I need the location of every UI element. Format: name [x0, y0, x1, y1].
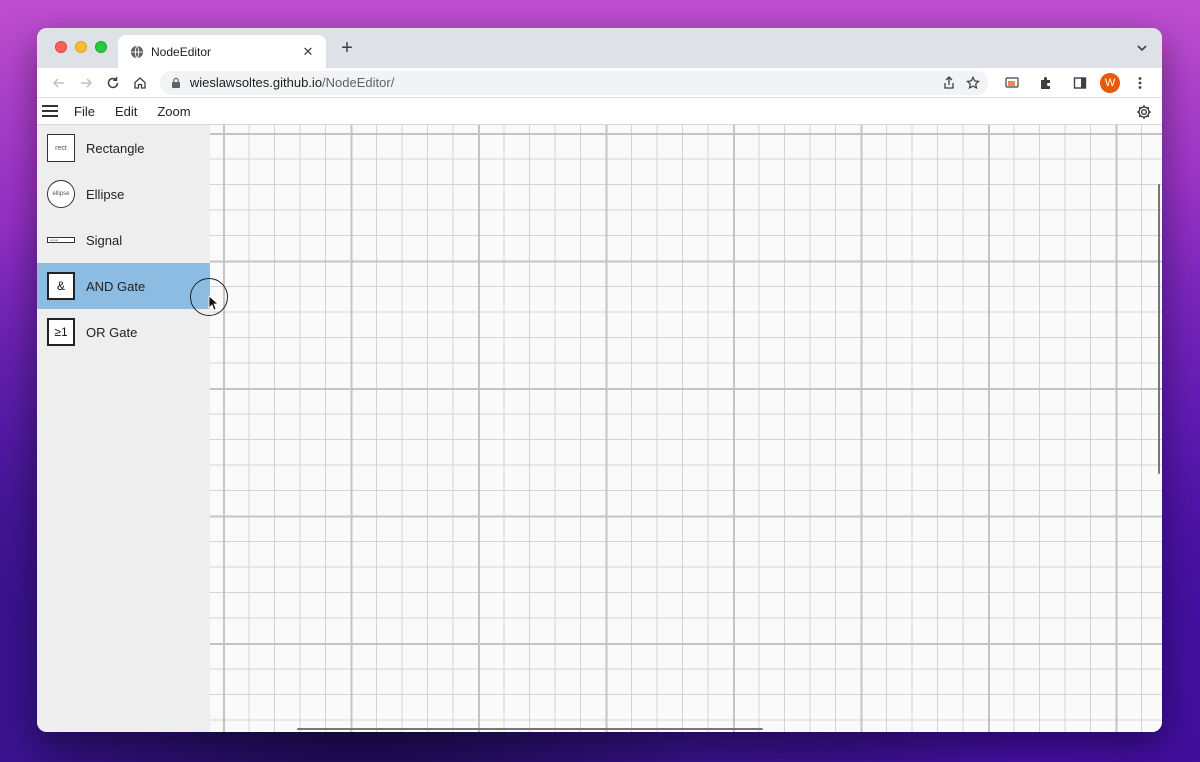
share-icon[interactable] — [942, 75, 956, 90]
cast-button[interactable] — [998, 70, 1026, 96]
tab-strip: NodeEditor ✕ + — [37, 28, 1162, 68]
chevron-down-icon[interactable] — [1134, 40, 1150, 56]
forward-button[interactable] — [72, 70, 99, 96]
window-controls — [55, 41, 107, 53]
tool-label: Rectangle — [86, 140, 145, 156]
profile-avatar[interactable]: W — [1100, 72, 1121, 93]
close-tab-icon[interactable]: ✕ — [300, 44, 316, 60]
cast-icon — [1005, 76, 1019, 88]
app-menubar: File Edit Zoom — [37, 98, 1162, 125]
editor-main: rect Rectangle ellipse Ellipse signal Si… — [37, 125, 1162, 732]
kebab-menu-icon — [1138, 76, 1142, 89]
menu-edit[interactable]: Edit — [115, 104, 137, 119]
lock-icon — [171, 77, 180, 88]
menu-file[interactable]: File — [74, 104, 95, 119]
vertical-scrollbar[interactable] — [1158, 184, 1160, 474]
grid-canvas[interactable] — [210, 125, 1162, 732]
tool-label: AND Gate — [86, 278, 146, 294]
new-tab-button[interactable]: + — [336, 37, 358, 59]
browser-menu-button[interactable] — [1126, 70, 1154, 96]
close-window-button[interactable] — [55, 41, 67, 53]
hamburger-menu-icon[interactable] — [42, 105, 58, 117]
signal-icon: signal — [47, 237, 75, 243]
home-button[interactable] — [127, 70, 154, 96]
tool-signal[interactable]: signal Signal — [37, 217, 210, 263]
tool-rectangle[interactable]: rect Rectangle — [37, 125, 210, 171]
rectangle-icon: rect — [47, 134, 75, 162]
and-gate-icon: & — [47, 272, 75, 300]
horizontal-scrollbar[interactable] — [297, 728, 763, 730]
back-button[interactable] — [45, 70, 72, 96]
menu-zoom[interactable]: Zoom — [157, 104, 190, 119]
address-bar[interactable]: wieslawsoltes.github.io/NodeEditor/ — [159, 70, 989, 95]
reload-button[interactable] — [99, 70, 126, 96]
puzzle-icon — [1041, 76, 1051, 89]
tool-label: Ellipse — [86, 186, 125, 202]
url-path: /NodeEditor/ — [322, 75, 395, 90]
url-host: wieslawsoltes.github.io — [189, 75, 323, 90]
arrow-right-icon — [80, 77, 92, 88]
browser-toolbar: wieslawsoltes.github.io/NodeEditor/ W — [37, 68, 1162, 98]
tool-ellipse[interactable]: ellipse Ellipse — [37, 171, 210, 217]
minimize-window-button[interactable] — [75, 41, 87, 53]
tool-label: Signal — [86, 232, 123, 248]
toolbox-sidebar: rect Rectangle ellipse Ellipse signal Si… — [37, 125, 210, 732]
or-gate-icon: ≥1 — [47, 318, 75, 346]
reload-icon — [107, 76, 119, 88]
arrow-left-icon — [52, 77, 64, 88]
maximize-window-button[interactable] — [95, 41, 107, 53]
home-icon — [134, 76, 146, 89]
tool-label: OR Gate — [86, 324, 138, 340]
side-panel-button[interactable] — [1066, 70, 1094, 96]
tool-or-gate[interactable]: ≥1 OR Gate — [37, 309, 210, 355]
gear-icon[interactable] — [1136, 104, 1152, 120]
extensions-button[interactable] — [1032, 70, 1060, 96]
globe-icon — [130, 45, 144, 58]
browser-window: NodeEditor ✕ + wieslawsoltes.github.io/N… — [37, 28, 1162, 732]
tab-nodeeditor[interactable]: NodeEditor ✕ — [118, 35, 326, 68]
url-text: wieslawsoltes.github.io/NodeEditor/ — [190, 75, 942, 90]
tab-title: NodeEditor — [151, 44, 212, 59]
star-icon[interactable] — [966, 75, 980, 90]
ellipse-icon: ellipse — [47, 180, 75, 208]
tool-and-gate[interactable]: & AND Gate — [37, 263, 210, 309]
side-panel-icon — [1073, 76, 1087, 89]
